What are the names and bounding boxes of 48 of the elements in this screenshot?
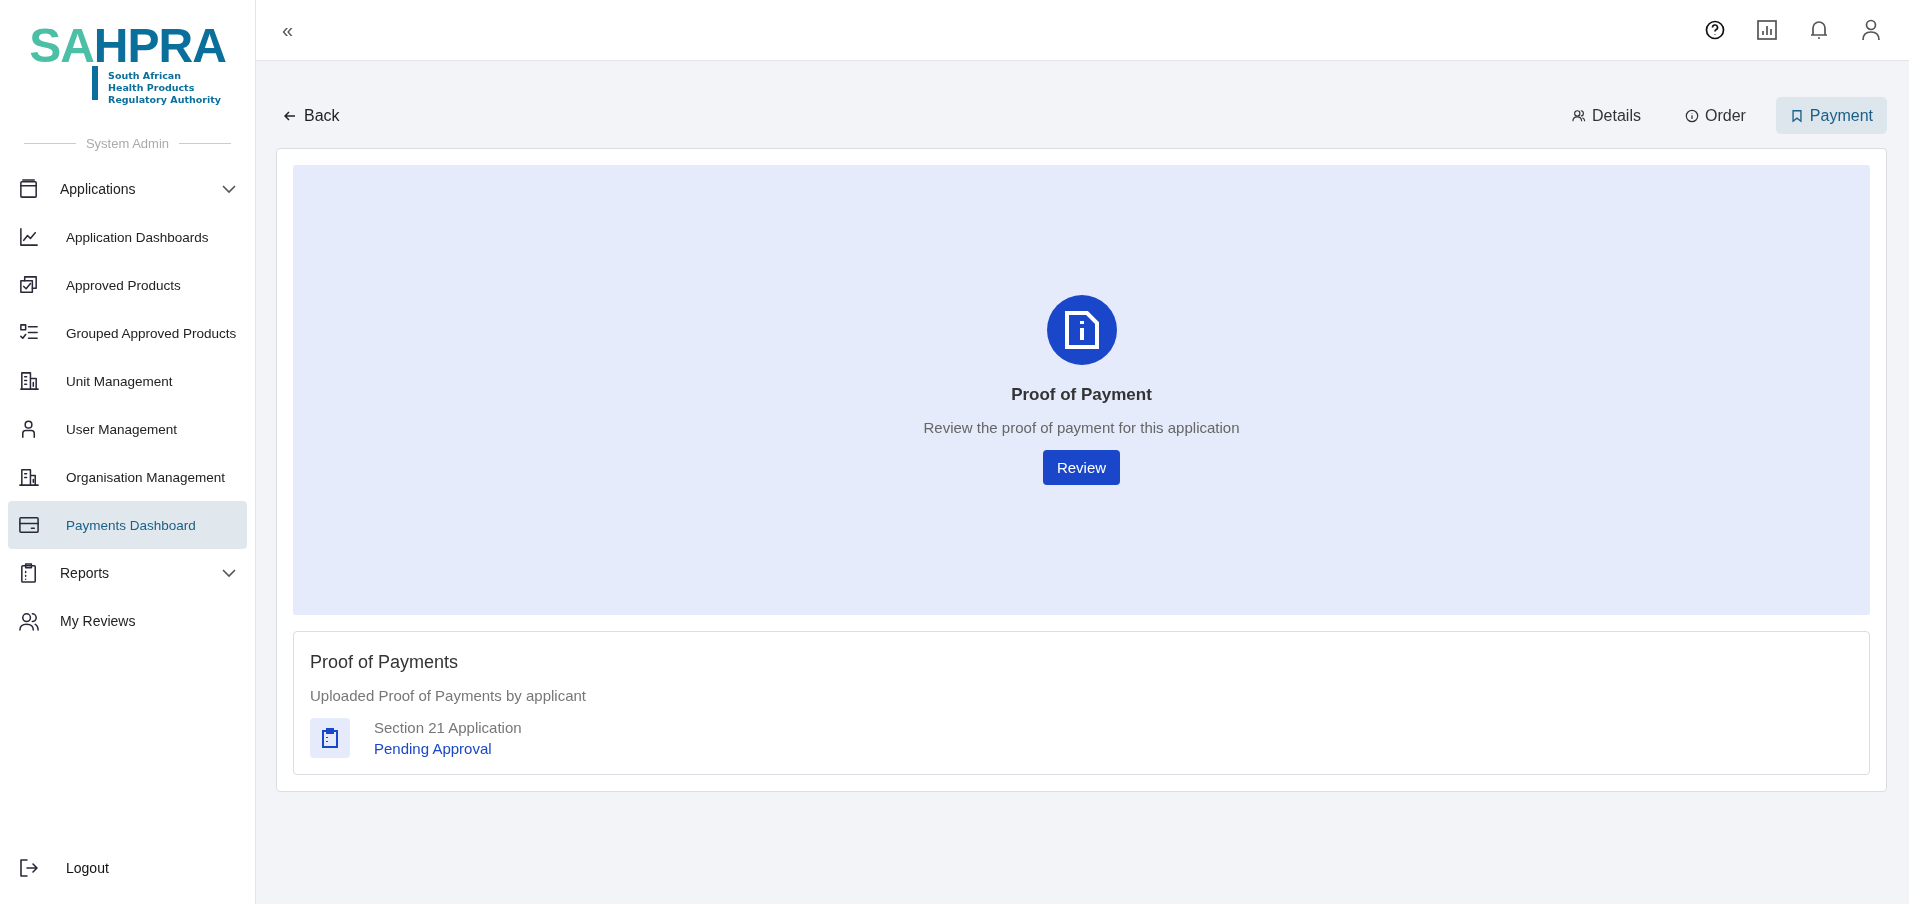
logo-tagline: Regulatory Authority [108, 94, 221, 106]
nav-item[interactable]: Unit Management [8, 357, 247, 405]
payment-name: Section 21 Application [374, 719, 522, 736]
people-icon [18, 610, 40, 632]
nav-item[interactable]: Applications [8, 165, 247, 213]
tab[interactable]: Payment [1775, 97, 1887, 134]
panel-title: Proof of Payments [310, 652, 460, 673]
building-icon [18, 370, 40, 392]
payment-status[interactable]: Pending Approval [374, 740, 522, 757]
tab[interactable]: Order [1670, 97, 1760, 134]
clipboard-icon [321, 728, 339, 748]
bookmark-icon [1789, 108, 1804, 123]
tab[interactable]: Details [1558, 97, 1655, 134]
checked-copy-icon [18, 274, 40, 296]
role-label: System Admin [85, 136, 170, 151]
panel-subtitle: Uploaded Proof of Payments by applicant [310, 687, 587, 704]
logout-link[interactable]: Logout [18, 852, 237, 884]
nav-item[interactable]: Payments Dashboard [8, 501, 247, 549]
chevron-down-icon [221, 568, 237, 578]
people-icon [1572, 108, 1587, 123]
logo: SAHPRA South African Health Products Regulatory Authority [28, 18, 227, 108]
logout-icon [18, 857, 40, 879]
back-link[interactable]: Back [276, 100, 348, 131]
logo-tagline: Health Products [108, 82, 196, 94]
nav-item[interactable]: Approved Products [8, 261, 247, 309]
collapse-sidebar-button[interactable]: « [282, 18, 294, 42]
review-button[interactable]: Review [1042, 450, 1121, 485]
nav-item[interactable]: My Reviews [8, 597, 247, 645]
user-icon[interactable] [1861, 19, 1881, 41]
hero-description: Review the proof of payment for this application [923, 419, 1240, 436]
bell-icon[interactable] [1809, 19, 1829, 41]
nav-item[interactable]: User Management [8, 405, 247, 453]
hero-title: Proof of Payment [1011, 385, 1152, 405]
card-icon [18, 514, 40, 536]
line-chart-icon [18, 226, 40, 248]
help-icon[interactable] [1705, 20, 1725, 40]
nav-item[interactable]: Grouped Approved Products [8, 309, 247, 357]
nav-item[interactable]: Reports [8, 549, 247, 597]
bar-chart-icon[interactable] [1757, 20, 1777, 40]
nav-item[interactable]: Organisation Management [8, 453, 247, 501]
info-icon [1684, 108, 1699, 123]
nav-item[interactable]: Application Dashboards [8, 213, 247, 261]
chevron-down-icon [221, 184, 237, 194]
office-building-icon [18, 466, 40, 488]
book-icon [18, 178, 40, 200]
logo-tagline: South African [108, 70, 183, 82]
left-arrow-icon [284, 109, 296, 122]
logo-stem [92, 66, 99, 100]
